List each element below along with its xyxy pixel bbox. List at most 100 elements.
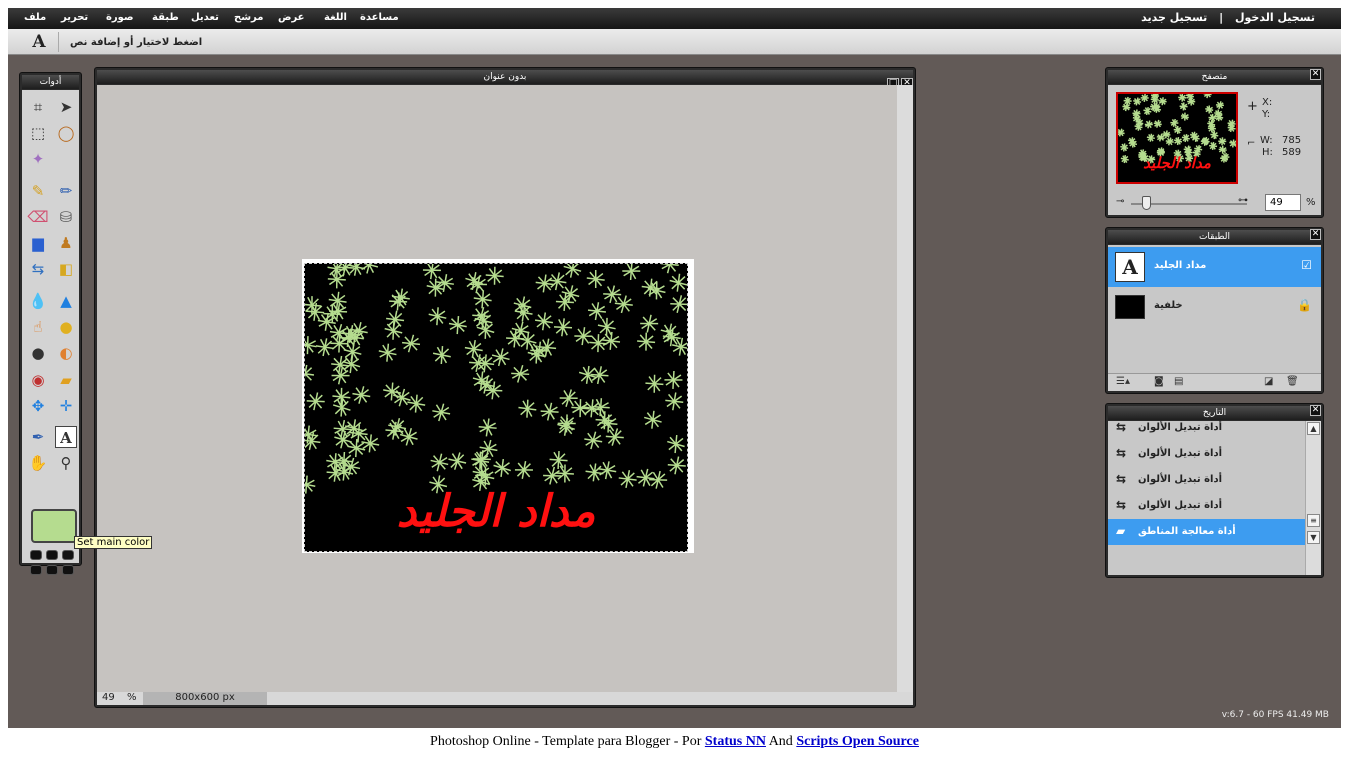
zoom-tool-icon[interactable]: ⚲	[55, 452, 77, 474]
pinch-tool-icon[interactable]: ✛	[55, 395, 77, 417]
zoom-out-icon[interactable]: ⊸	[1116, 196, 1124, 207]
menu-language[interactable]: اللغة	[324, 12, 347, 23]
navigator-thumbnail[interactable]: مداد الجليد	[1116, 92, 1238, 184]
move-tool-icon[interactable]: ➤	[55, 96, 77, 118]
history-scrollbar[interactable]: ▲ ≡ ▼	[1305, 421, 1321, 575]
star-shape	[426, 278, 445, 297]
star-shape	[428, 307, 447, 326]
layer-visible-checkbox[interactable]: ☑	[1301, 258, 1312, 272]
eyedropper-tool-icon[interactable]: ✒	[27, 426, 49, 448]
scroll-down-icon[interactable]: ▼	[1307, 531, 1320, 544]
star-shape	[1218, 145, 1227, 154]
star-shape	[1187, 97, 1196, 106]
stamp-tool-icon[interactable]: ♟	[55, 232, 77, 254]
dodge-tool-icon[interactable]: ◐	[55, 342, 77, 364]
swatch[interactable]	[46, 565, 58, 575]
bloat-tool-icon[interactable]: ✥	[27, 395, 49, 417]
trash-icon[interactable]: 🗑	[1286, 376, 1299, 387]
burn-tool-icon[interactable]: ●	[27, 342, 49, 364]
mask-icon[interactable]: ◙	[1154, 376, 1164, 387]
sponge-tool-icon[interactable]: ●	[55, 316, 77, 338]
menu-file[interactable]: ملف	[24, 12, 46, 23]
star-shape	[1179, 102, 1188, 111]
shape-tool-icon[interactable]: ◧	[55, 258, 77, 280]
document-image[interactable]: مداد الجليد	[302, 259, 694, 553]
star-shape	[665, 392, 684, 411]
star-shape	[1205, 105, 1214, 114]
menu-edit[interactable]: تحرير	[61, 12, 88, 23]
layer-row-background[interactable]: خلفية 🔒	[1108, 287, 1321, 327]
star-shape	[553, 318, 573, 337]
star-shape	[670, 295, 687, 313]
history-item[interactable]: ⇆ أداة تبديل الألوان	[1108, 467, 1305, 493]
blur-tool-icon[interactable]: 💧	[27, 290, 49, 312]
menu-filter[interactable]: مرشح	[234, 12, 263, 23]
zoom-in-icon[interactable]: ⊶	[1238, 195, 1248, 206]
register-link[interactable]: تسجيل جديد	[1141, 11, 1207, 24]
star-shape	[667, 435, 685, 454]
eraser-tool-icon[interactable]: ⌫	[27, 206, 49, 228]
close-icon[interactable]: ✕	[1310, 229, 1321, 240]
canvas-scrollbar[interactable]	[897, 85, 913, 693]
layer-row-text[interactable]: A مداد الجليد ☑	[1108, 247, 1321, 287]
status-nn-link[interactable]: Status NN	[705, 734, 766, 749]
smudge-tool-icon[interactable]: ☝	[27, 316, 49, 338]
star-shape	[1162, 130, 1171, 139]
scroll-up-icon[interactable]: ▲	[1307, 422, 1320, 435]
star-shape	[559, 389, 578, 407]
close-icon[interactable]: ✕	[1310, 69, 1321, 80]
color-replace-tool-icon[interactable]: ⇆	[27, 258, 49, 280]
crop-tool-icon[interactable]: ⌗	[27, 96, 49, 118]
history-item-selected[interactable]: ▰ أداة معالجة المناطق	[1108, 519, 1305, 545]
new-layer-icon[interactable]: ◪	[1264, 376, 1273, 387]
menu-layer[interactable]: طبقة	[152, 12, 179, 23]
pencil-tool-icon[interactable]: ✎	[27, 180, 49, 202]
h-value: 589	[1282, 147, 1302, 158]
hand-tool-icon[interactable]: ✋	[27, 452, 49, 474]
lasso-tool-icon[interactable]: ◯	[55, 122, 77, 144]
lock-icon[interactable]: 🔒	[1297, 298, 1312, 312]
star-shape	[1158, 97, 1167, 106]
login-link[interactable]: تسجيل الدخول	[1235, 11, 1315, 24]
close-icon[interactable]: ✕	[1310, 405, 1321, 416]
menu-view[interactable]: عرض	[278, 12, 305, 23]
star-shape	[1229, 139, 1236, 148]
scroll-thumb[interactable]: ≡	[1307, 514, 1320, 527]
layer-style-icon[interactable]: ☰▴	[1116, 376, 1130, 387]
swatch[interactable]	[30, 550, 42, 560]
history-item[interactable]: ⇆ أداة تبديل الألوان	[1108, 415, 1305, 441]
swatch[interactable]	[30, 565, 42, 575]
star-shape	[1132, 114, 1141, 123]
marquee-tool-icon[interactable]: ⬚	[27, 122, 49, 144]
history-item[interactable]: ⇆ أداة تبديل الألوان	[1108, 441, 1305, 467]
zoom-value[interactable]: 49	[102, 692, 115, 703]
menu-image[interactable]: صورة	[106, 12, 134, 23]
swatch[interactable]	[62, 565, 74, 575]
star-shape	[1209, 141, 1218, 151]
star-shape	[347, 264, 366, 276]
main-color-swatch[interactable]	[31, 509, 77, 543]
brush-tool-icon[interactable]: ✏	[55, 180, 77, 202]
bucket-tool-icon[interactable]: ⛁	[55, 206, 77, 228]
swatch[interactable]	[46, 550, 58, 560]
menu-help[interactable]: مساعدة	[360, 12, 399, 23]
adjustment-icon[interactable]: ▤	[1174, 376, 1183, 387]
bandage-icon: ▰	[1116, 524, 1126, 538]
star-shape	[334, 430, 352, 449]
scripts-open-source-link[interactable]: Scripts Open Source	[796, 734, 919, 749]
gradient-tool-icon[interactable]: ▆	[27, 232, 49, 254]
image-content[interactable]: مداد الجليد	[304, 263, 688, 552]
layers-body: A مداد الجليد ☑ خلفية 🔒 ☰▴ ◙ ▤ ◪ 🗑	[1108, 245, 1321, 391]
text-tool-icon[interactable]: A	[55, 426, 77, 448]
history-item[interactable]: ⇆ أداة تبديل الألوان	[1108, 493, 1305, 519]
canvas-area[interactable]: مداد الجليد	[97, 85, 897, 693]
star-shape	[1146, 133, 1155, 142]
sharpen-tool-icon[interactable]: ▲	[55, 290, 77, 312]
menu-adjust[interactable]: تعديل	[191, 12, 219, 23]
magic-wand-tool-icon[interactable]: ✦	[27, 148, 49, 170]
navigator-zoom-input[interactable]: 49	[1265, 194, 1301, 211]
bandage-tool-icon[interactable]: ▰	[55, 369, 77, 391]
swatch[interactable]	[62, 550, 74, 560]
red-eye-tool-icon[interactable]: ◉	[27, 369, 49, 391]
zoom-slider-handle[interactable]	[1142, 196, 1151, 210]
